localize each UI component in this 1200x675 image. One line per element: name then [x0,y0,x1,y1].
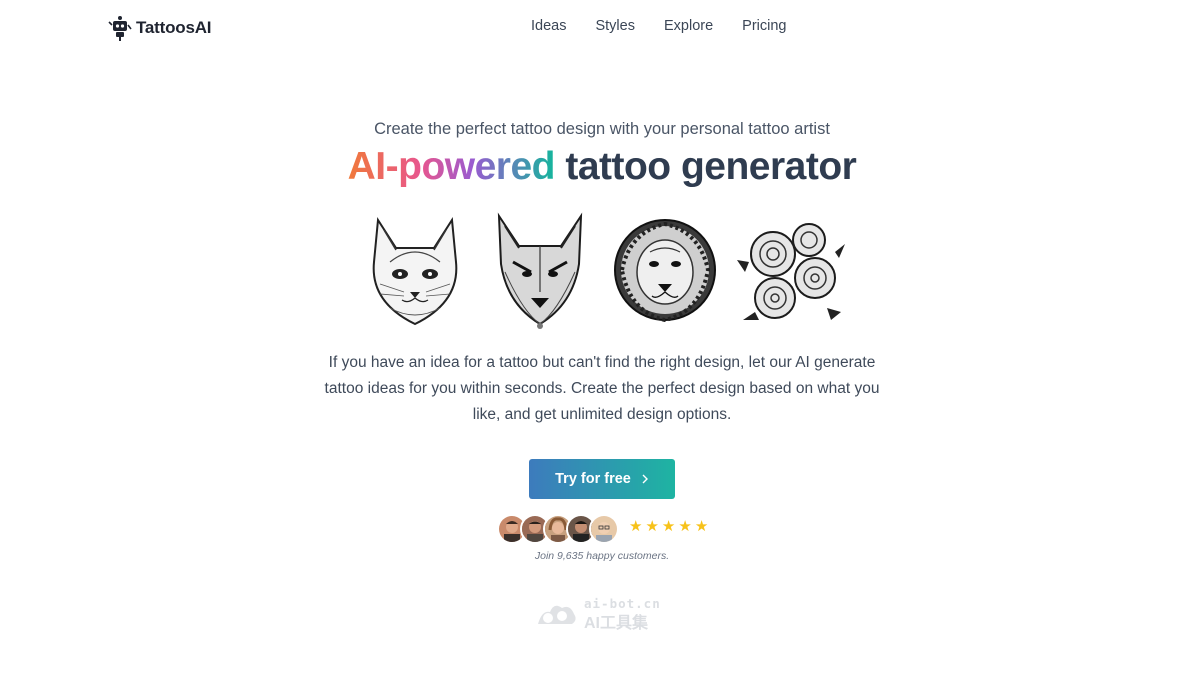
star-icon: ★ [661,518,676,535]
try-for-free-button[interactable]: Try for free [529,459,675,499]
rating-stars: ★ ★ ★ ★ ★ [629,518,708,536]
headline-gradient-text: AI-powered [347,145,556,188]
chevron-right-icon [642,474,648,484]
nav-link-ideas[interactable]: Ideas [531,18,566,34]
nav-link-explore[interactable]: Explore [664,18,713,34]
top-nav: TattoosAI Ideas Styles Explore Pricing [0,0,1200,56]
hero-subtitle: Create the perfect tattoo design with yo… [374,120,830,138]
try-for-free-label: Try for free [555,471,631,487]
cat-tattoo-image [372,217,458,326]
hero-description: If you have an idea for a tattoo but can… [324,354,880,423]
nav-links: Ideas Styles Explore Pricing [531,18,815,34]
star-icon: ★ [678,518,692,535]
nav-link-pricing[interactable]: Pricing [742,18,786,34]
nav-link-styles[interactable]: Styles [595,18,635,34]
robot-logo-icon [108,16,132,41]
logo[interactable]: TattoosAI [108,14,212,42]
star-icon: ★ [629,518,643,535]
star-icon: ★ [645,518,659,535]
roses-tattoo-image [737,223,845,320]
lion-tattoo-image [614,219,716,323]
avatar [589,514,619,544]
headline-text: tattoo generator [555,145,857,188]
watermark-line2: AI工具集 [584,615,649,632]
logo-text: TattoosAI [136,18,212,37]
wolf-tattoo-image [497,212,583,329]
watermark-logo-icon [538,605,576,624]
social-proof-text: Join 9,635 happy customers. [534,550,670,562]
customer-avatars [497,514,623,544]
watermark: ai-bot.cn AI工具集 [536,596,676,632]
tattoo-gallery [360,212,850,330]
star-icon: ★ [694,518,709,535]
hero-headline: AI-powered tattoo generator [0,145,1200,189]
